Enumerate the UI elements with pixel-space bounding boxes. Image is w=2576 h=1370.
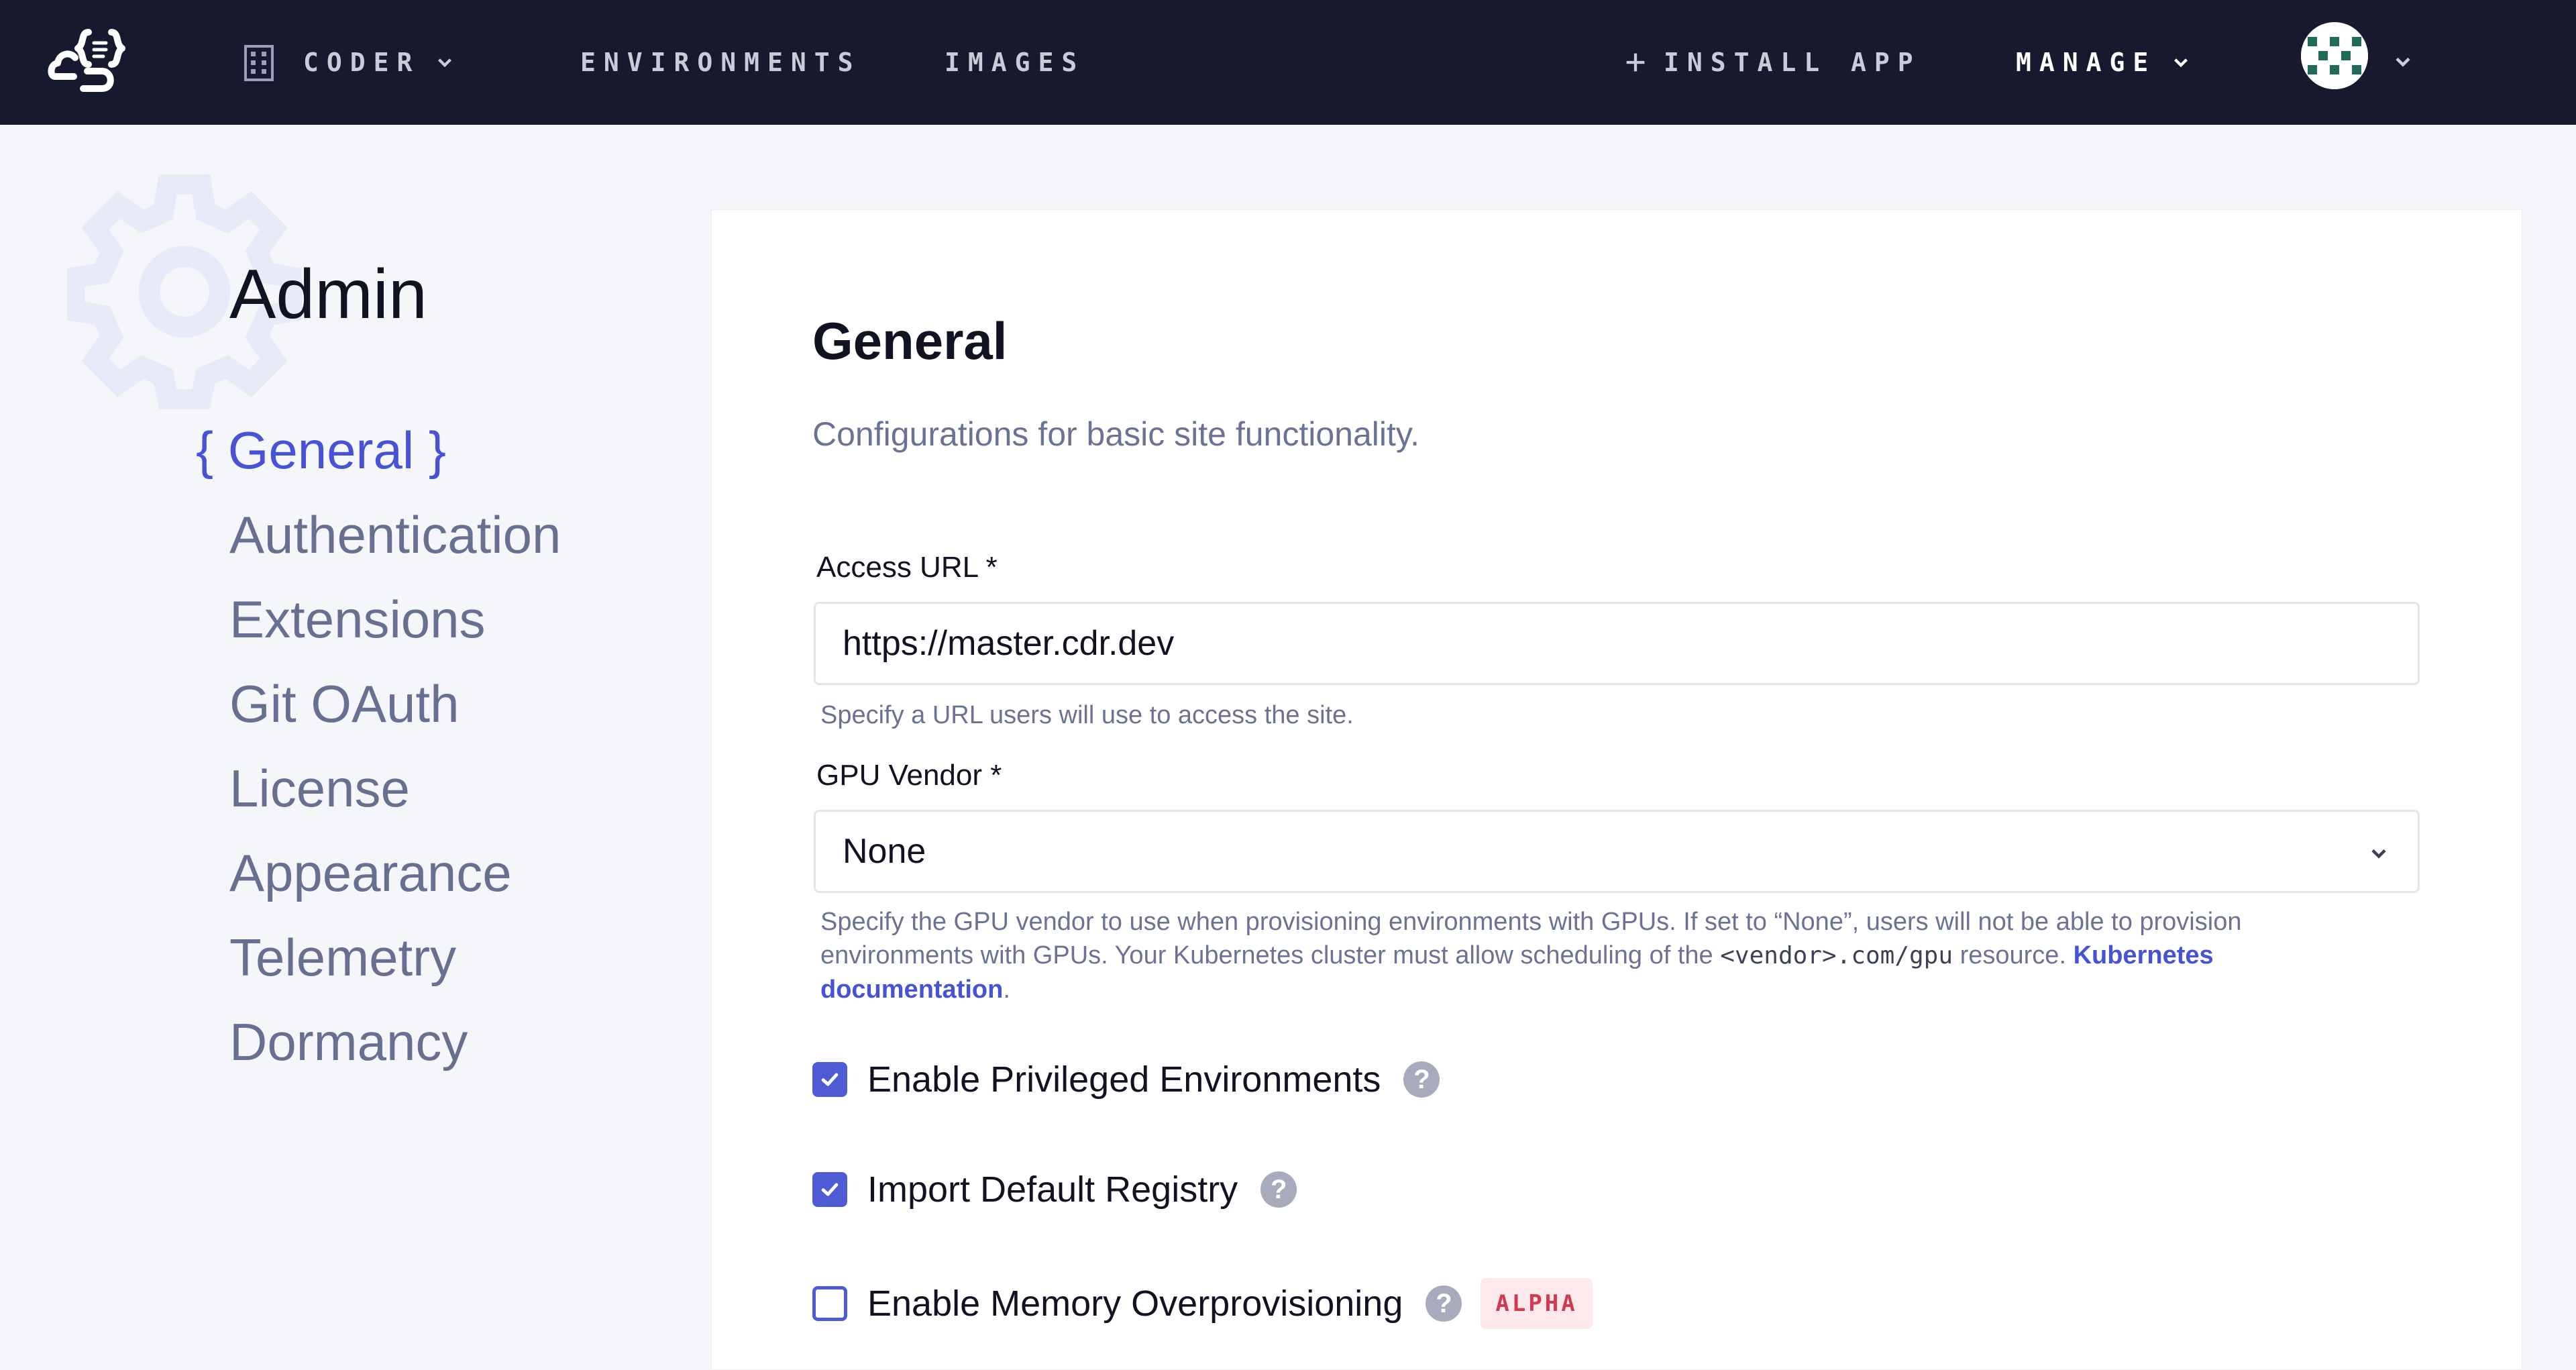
chevron-down-icon bbox=[2371, 849, 2386, 859]
install-app-button[interactable]: INSTALL APP bbox=[1622, 0, 1921, 125]
access-url-help: Specify a URL users will use to access t… bbox=[820, 701, 1354, 729]
avatar[interactable] bbox=[2301, 22, 2368, 89]
privileged-environments-label[interactable]: Enable Privileged Environments bbox=[867, 1059, 1381, 1100]
identicon-icon bbox=[2301, 22, 2368, 89]
access-url-label: Access URL * bbox=[816, 551, 998, 584]
privileged-environments-checkbox[interactable] bbox=[812, 1062, 847, 1097]
sidebar-item-license[interactable]: License bbox=[196, 746, 561, 831]
account-chevron-down-icon[interactable] bbox=[2391, 50, 2415, 74]
chevron-down-icon bbox=[438, 58, 452, 68]
gpu-help-suffix: resource. bbox=[1960, 941, 2066, 969]
org-label: CODER bbox=[303, 48, 421, 77]
privileged-environments-row: Enable Privileged Environments ? bbox=[812, 1059, 1440, 1100]
sidebar-item-telemetry[interactable]: Telemetry bbox=[196, 915, 561, 1000]
plus-icon bbox=[1626, 53, 1645, 72]
manage-menu[interactable]: MANAGE bbox=[2016, 0, 2192, 125]
help-question-icon[interactable]: ? bbox=[1403, 1061, 1440, 1098]
sidebar-item-appearance[interactable]: Appearance bbox=[196, 831, 561, 915]
building-icon bbox=[244, 45, 274, 81]
coder-logo-icon[interactable] bbox=[47, 24, 141, 98]
sidebar-item-dormancy[interactable]: Dormancy bbox=[196, 1000, 561, 1084]
manage-label: MANAGE bbox=[2016, 48, 2157, 77]
checkmark-icon bbox=[821, 1183, 839, 1196]
sidebar-item-authentication[interactable]: Authentication bbox=[196, 492, 561, 577]
memory-overprovisioning-row: Enable Memory Overprovisioning ? ALPHA bbox=[812, 1278, 1593, 1329]
checkmark-icon bbox=[821, 1073, 839, 1086]
sidebar-item-extensions[interactable]: Extensions bbox=[196, 577, 561, 662]
section-description: Configurations for basic site functional… bbox=[812, 415, 1420, 453]
help-question-icon[interactable]: ? bbox=[1260, 1171, 1297, 1208]
brace-open: { bbox=[196, 421, 228, 480]
nav-environments[interactable]: ENVIRONMENTS bbox=[580, 0, 861, 125]
gpu-vendor-help: Specify the GPU vendor to use when provi… bbox=[820, 905, 2363, 1006]
import-default-registry-checkbox[interactable] bbox=[812, 1172, 847, 1207]
section-title: General bbox=[812, 311, 1008, 370]
sidebar-item-label: General bbox=[227, 421, 415, 480]
gpu-vendor-value: None bbox=[843, 832, 926, 871]
top-navbar: CODER ENVIRONMENTS IMAGES INSTALL APP MA… bbox=[0, 0, 2576, 125]
install-app-label: INSTALL APP bbox=[1664, 48, 1921, 77]
import-default-registry-row: Import Default Registry ? bbox=[812, 1169, 1297, 1210]
memory-overprovisioning-label[interactable]: Enable Memory Overprovisioning bbox=[867, 1283, 1403, 1324]
memory-overprovisioning-checkbox[interactable] bbox=[812, 1286, 847, 1321]
help-question-icon[interactable]: ? bbox=[1426, 1285, 1462, 1322]
org-switcher[interactable]: CODER bbox=[243, 0, 456, 125]
access-url-input[interactable]: https://master.cdr.dev bbox=[814, 602, 2420, 685]
alpha-badge: ALPHA bbox=[1481, 1278, 1593, 1329]
gpu-vendor-label: GPU Vendor * bbox=[816, 759, 1002, 792]
gpu-vendor-select[interactable]: None bbox=[814, 810, 2420, 893]
sidebar-item-general[interactable]: { General } bbox=[196, 408, 561, 492]
admin-sidebar: { General } Authentication Extensions Gi… bbox=[196, 408, 561, 1084]
access-url-value: https://master.cdr.dev bbox=[843, 624, 1175, 663]
settings-card: General Configurations for basic site fu… bbox=[711, 209, 2522, 1370]
sidebar-item-git-oauth[interactable]: Git OAuth bbox=[196, 662, 561, 746]
gpu-help-end: . bbox=[1003, 976, 1010, 1004]
brace-close: } bbox=[414, 421, 446, 480]
admin-title: Admin bbox=[229, 256, 427, 333]
chevron-down-icon bbox=[2174, 58, 2188, 68]
gpu-help-code: <vendor>.com/gpu bbox=[1720, 942, 1953, 969]
nav-images[interactable]: IMAGES bbox=[945, 0, 1085, 125]
import-default-registry-label[interactable]: Import Default Registry bbox=[867, 1169, 1238, 1210]
